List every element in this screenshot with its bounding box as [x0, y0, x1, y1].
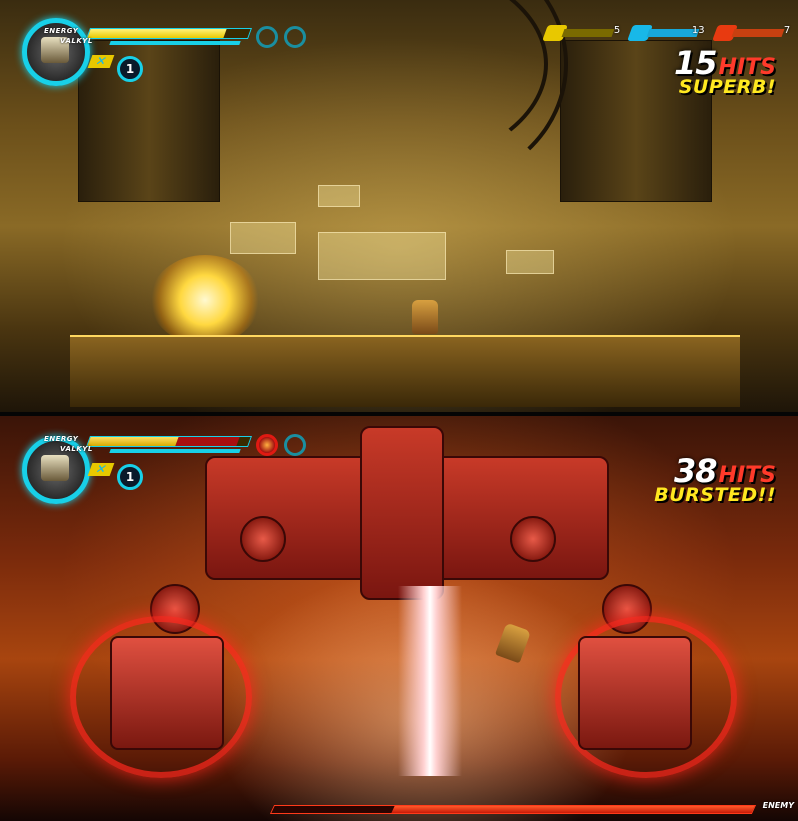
- hologram-panel: [506, 250, 554, 274]
- item-count: 7: [783, 25, 790, 36]
- energy-bar: [85, 436, 253, 447]
- combo-counter: 15HITS SUPERB!: [674, 44, 776, 98]
- player-name: VALKYL: [60, 445, 93, 453]
- enemy-health-fill: [391, 806, 755, 813]
- special-gauge: [109, 41, 241, 45]
- item-count: 13: [692, 25, 705, 36]
- cross-weapon-icon: ✕: [87, 54, 115, 68]
- item-count: 5: [613, 25, 620, 36]
- explosion-effect: [150, 255, 260, 345]
- enemy-health-bar: [269, 805, 757, 814]
- hologram-panel: [318, 185, 360, 207]
- boss-turret: [240, 516, 286, 562]
- boss-laser-beam: [398, 586, 462, 776]
- enemy-hud: ENEMY: [269, 801, 794, 815]
- combo-rank: SUPERB!: [678, 76, 776, 98]
- item-counter-red: 7: [712, 25, 790, 41]
- boss-turret: [510, 516, 556, 562]
- ability-slot: [284, 26, 306, 48]
- item-counter-cyan: 13: [627, 25, 705, 41]
- boss-head: [360, 426, 444, 600]
- bottom-game-screen: ENERGY VALKYL ✕ 1 38HITS BURSTED!! ENEMY: [0, 416, 798, 821]
- player-character: [412, 300, 438, 334]
- player-character: [494, 622, 532, 664]
- boss-left-claw: [110, 636, 224, 750]
- hologram-panel: [318, 232, 446, 280]
- cross-weapon-icon: ✕: [87, 462, 115, 476]
- floor-platform: [70, 335, 740, 407]
- energy-bar: [85, 28, 253, 39]
- ability-slot-active: [256, 434, 278, 456]
- special-gauge: [109, 449, 241, 453]
- energy-lost: [175, 437, 240, 446]
- lives-counter: 1: [117, 464, 143, 490]
- energy-label: ENERGY: [44, 27, 79, 35]
- top-game-screen: ENERGY VALKYL ✕ 1 5 13 7 15HITS SUPERB!: [0, 0, 798, 412]
- lives-counter: 1: [117, 56, 143, 82]
- combo-counter: 38HITS BURSTED!!: [654, 452, 776, 506]
- ability-slot: [256, 26, 278, 48]
- enemy-label: ENEMY: [762, 801, 794, 810]
- item-bar: [561, 29, 615, 37]
- item-counter-yellow: 5: [542, 25, 620, 41]
- energy-fill: [87, 437, 179, 446]
- energy-label: ENERGY: [44, 435, 79, 443]
- combo-rank: BURSTED!!: [654, 484, 776, 506]
- item-bar: [731, 29, 785, 37]
- ability-slot: [284, 434, 306, 456]
- hologram-panel: [230, 222, 296, 254]
- energy-fill: [87, 29, 227, 38]
- player-name: VALKYL: [60, 37, 93, 45]
- boss-right-claw: [578, 636, 692, 750]
